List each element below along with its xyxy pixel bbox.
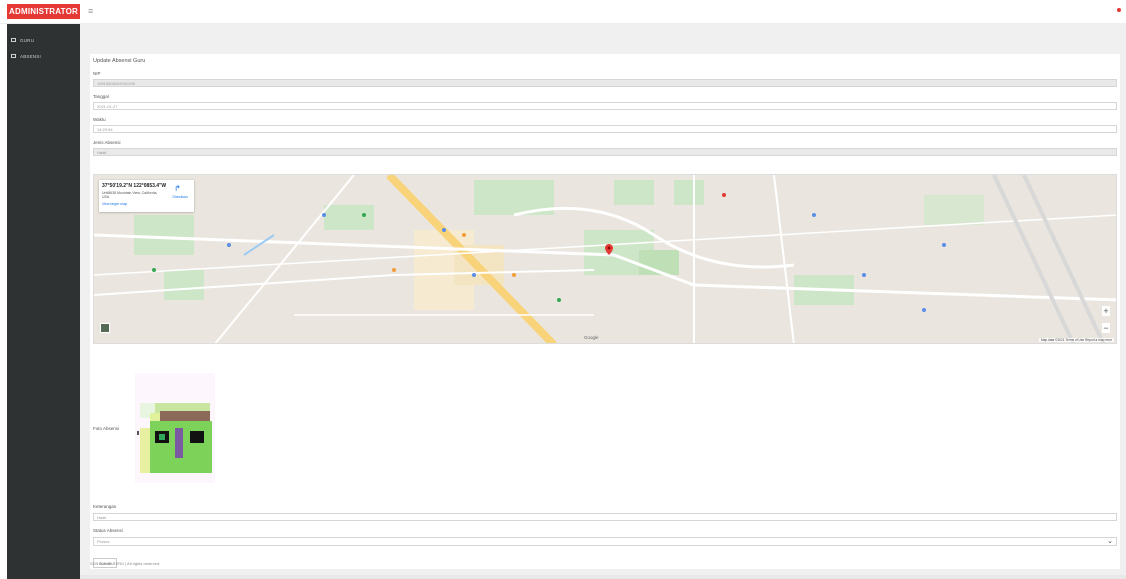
status-absensi-value: Proses	[97, 539, 110, 544]
map-info-box: 37°50'19.2"N 122°0853.4"W Unit8638 Mount…	[99, 180, 194, 212]
satellite-toggle[interactable]	[100, 323, 110, 333]
form-card: Update Absensi Guru NIP 199105052020011S…	[90, 54, 1120, 569]
map-attribution[interactable]: Map data ©2021 Terms of Use Report a map…	[1038, 338, 1114, 342]
sidebar-item-label: GURU	[20, 37, 35, 43]
waktu-field[interactable]: 14:29:54	[93, 125, 1117, 133]
foto-absensi-label: Foto Absensi	[93, 426, 120, 431]
keterangan-field[interactable]: Hadir	[93, 513, 1117, 521]
page-bottom-edge	[80, 575, 1126, 579]
nip-label: NIP	[93, 71, 101, 76]
map-address: Unit8638 Mountain View, California, USA	[102, 191, 158, 199]
tanggal-field[interactable]: 2021-01-27	[93, 102, 1117, 110]
zoom-in-button[interactable]: +	[1102, 306, 1110, 316]
directions-icon[interactable]: ↱	[173, 184, 182, 193]
waktu-label: Waktu	[93, 117, 106, 122]
hamburger-icon[interactable]: ≡	[88, 7, 93, 16]
checkbox-icon	[11, 54, 16, 58]
sidebar-item-guru[interactable]: GURU	[7, 32, 80, 48]
keterangan-label: Keterangan	[93, 504, 117, 509]
directions-link[interactable]: Directions	[172, 195, 188, 199]
zoom-out-button[interactable]: −	[1102, 323, 1110, 333]
footer-text: SDN 219 BARERU | All rights reserved.	[90, 561, 161, 566]
map-pin-icon[interactable]	[605, 244, 613, 255]
view-larger-map-link[interactable]: View larger map	[102, 202, 191, 206]
jenis-absensi-label: Jenis Absensi	[93, 140, 121, 145]
sidebar-item-label: ABSENSI	[20, 53, 41, 59]
chevron-down-icon: ⌄	[1107, 538, 1113, 545]
checkbox-icon	[11, 38, 16, 42]
jenis-absensi-field: Hadir	[93, 148, 1117, 156]
attendance-photo	[135, 373, 215, 483]
google-logo: Google	[584, 335, 599, 340]
status-absensi-label: Status Absensi	[93, 528, 123, 533]
status-absensi-select[interactable]: Proses ⌄	[93, 537, 1117, 546]
location-map[interactable]: 37°50'19.2"N 122°0853.4"W Unit8638 Mount…	[93, 174, 1117, 344]
brand-logo[interactable]: ADMINISTRATOR	[7, 4, 80, 19]
nip-field: 199105052020011S6	[93, 79, 1117, 87]
top-bar: ADMINISTRATOR ≡	[0, 0, 1126, 24]
sidebar-item-absensi[interactable]: ABSENSI	[7, 48, 80, 64]
map-canvas	[94, 175, 1116, 343]
main-content: Update Absensi Guru NIP 199105052020011S…	[80, 24, 1126, 579]
user-menu-icon[interactable]	[1117, 8, 1121, 12]
tanggal-label: Tanggal	[93, 94, 109, 99]
sidebar: GURU ABSENSI	[7, 24, 80, 579]
page-title: Update Absensi Guru	[93, 58, 146, 64]
